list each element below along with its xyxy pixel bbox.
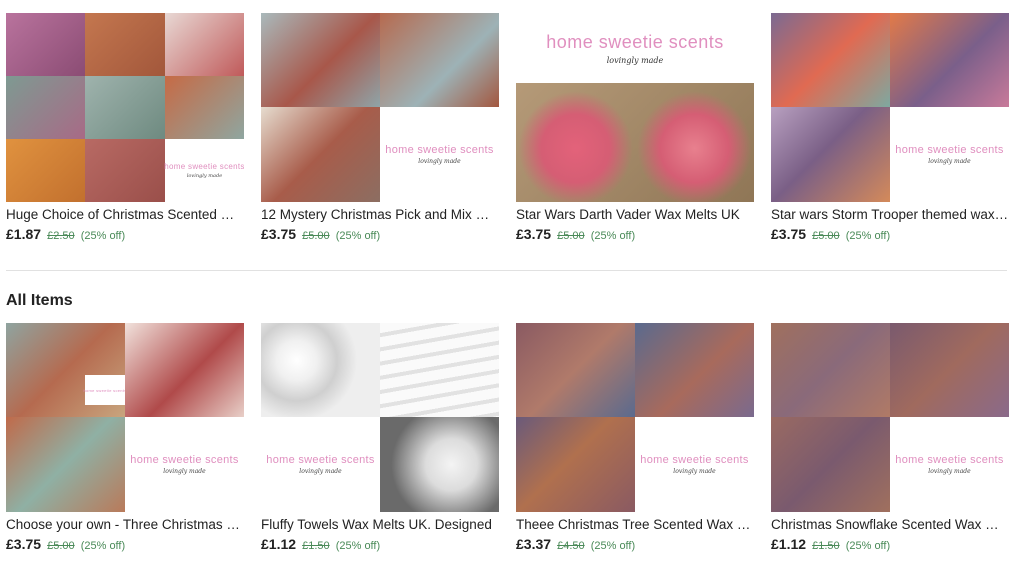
listing-card[interactable]: home sweetie scents lovingly made Fluffy… — [261, 323, 499, 554]
listing-card[interactable]: home sweetie scents lovingly made Huge C… — [6, 13, 244, 244]
listing-image[interactable]: home sweetie scents lovingly made — [516, 13, 754, 202]
original-price: £1.50 — [812, 540, 840, 552]
section-title-all-items: All Items — [6, 292, 73, 309]
discount-label: (25% off) — [590, 230, 636, 242]
price-line: £1.12 £1.50 (25% off) — [261, 536, 499, 554]
price-line: £1.87 £2.50 (25% off) — [6, 226, 244, 244]
sale-price: £1.87 — [6, 226, 42, 242]
listing-image[interactable]: home sweetie scents home sweetie scents … — [6, 323, 244, 512]
discount-label: (25% off) — [590, 540, 636, 552]
listing-image[interactable]: home sweetie scents lovingly made — [6, 13, 244, 202]
discount-label: (25% off) — [335, 540, 381, 552]
listing-card[interactable]: home sweetie scents lovingly made Star W… — [516, 13, 754, 244]
listing-image[interactable]: home sweetie scents lovingly made — [771, 13, 1009, 202]
price-line: £3.75 £5.00 (25% off) — [516, 226, 754, 244]
discount-label: (25% off) — [80, 540, 126, 552]
listing-title[interactable]: Fluffy Towels Wax Melts UK. Designed — [261, 516, 499, 534]
brand-watermark: home sweetie scents lovingly made — [890, 417, 1009, 512]
sale-price: £3.75 — [516, 226, 552, 242]
price-line: £3.37 £4.50 (25% off) — [516, 536, 754, 554]
listing-title[interactable]: 12 Mystery Christmas Pick and Mix Wax Me… — [261, 206, 499, 224]
listing-title[interactable]: Star wars Storm Trooper themed wax melts — [771, 206, 1009, 224]
listing-image[interactable]: home sweetie scents lovingly made — [516, 323, 754, 512]
price-line: £3.75 £5.00 (25% off) — [6, 536, 244, 554]
featured-listings: home sweetie scents lovingly made Huge C… — [6, 13, 1009, 244]
listing-title[interactable]: Christmas Snowflake Scented Wax Melts — [771, 516, 1009, 534]
price-line: £1.12 £1.50 (25% off) — [771, 536, 1009, 554]
discount-label: (25% off) — [845, 230, 891, 242]
sale-price: £3.75 — [261, 226, 297, 242]
listing-title[interactable]: Star Wars Darth Vader Wax Melts UK — [516, 206, 754, 224]
brand-watermark: home sweetie scents lovingly made — [164, 139, 244, 202]
listing-title[interactable]: Theee Christmas Tree Scented Wax Melts — [516, 516, 754, 534]
listing-card[interactable]: home sweetie scents home sweetie scents … — [6, 323, 244, 554]
listing-image[interactable]: home sweetie scents lovingly made — [771, 323, 1009, 512]
listing-card[interactable]: home sweetie scents lovingly made Star w… — [771, 13, 1009, 244]
brand-watermark: home sweetie scents lovingly made — [261, 417, 380, 512]
listing-title[interactable]: Huge Choice of Christmas Scented Wax Mel… — [6, 206, 244, 224]
sale-price: £3.37 — [516, 536, 552, 552]
sale-price: £1.12 — [771, 536, 807, 552]
original-price: £5.00 — [557, 230, 585, 242]
listing-card[interactable]: home sweetie scents lovingly made Christ… — [771, 323, 1009, 554]
sale-price: £1.12 — [261, 536, 297, 552]
all-items-listings: home sweetie scents home sweetie scents … — [6, 323, 1009, 554]
discount-label: (25% off) — [335, 230, 381, 242]
listing-card[interactable]: home sweetie scents lovingly made 12 Mys… — [261, 13, 499, 244]
sale-price: £3.75 — [771, 226, 807, 242]
original-price: £5.00 — [812, 230, 840, 242]
original-price: £1.50 — [302, 540, 330, 552]
discount-label: (25% off) — [80, 230, 126, 242]
price-line: £3.75 £5.00 (25% off) — [261, 226, 499, 244]
brand-watermark: home sweetie scents lovingly made — [380, 107, 499, 202]
section-divider — [6, 270, 1007, 271]
original-price: £4.50 — [557, 540, 585, 552]
brand-watermark: home sweetie scents lovingly made — [635, 417, 754, 512]
discount-label: (25% off) — [845, 540, 891, 552]
listing-image[interactable]: home sweetie scents lovingly made — [261, 323, 499, 512]
brand-watermark: home sweetie scents lovingly made — [125, 417, 244, 512]
original-price: £5.00 — [47, 540, 75, 552]
price-line: £3.75 £5.00 (25% off) — [771, 226, 1009, 244]
brand-watermark-small: home sweetie scents — [83, 375, 126, 405]
listing-title[interactable]: Choose your own - Three Christmas Wax Me… — [6, 516, 244, 534]
original-price: £2.50 — [47, 230, 75, 242]
sale-price: £3.75 — [6, 536, 42, 552]
brand-watermark: home sweetie scents lovingly made — [516, 13, 754, 83]
brand-watermark: home sweetie scents lovingly made — [890, 107, 1009, 202]
listing-card[interactable]: home sweetie scents lovingly made Theee … — [516, 323, 754, 554]
original-price: £5.00 — [302, 230, 330, 242]
listing-image[interactable]: home sweetie scents lovingly made — [261, 13, 499, 202]
